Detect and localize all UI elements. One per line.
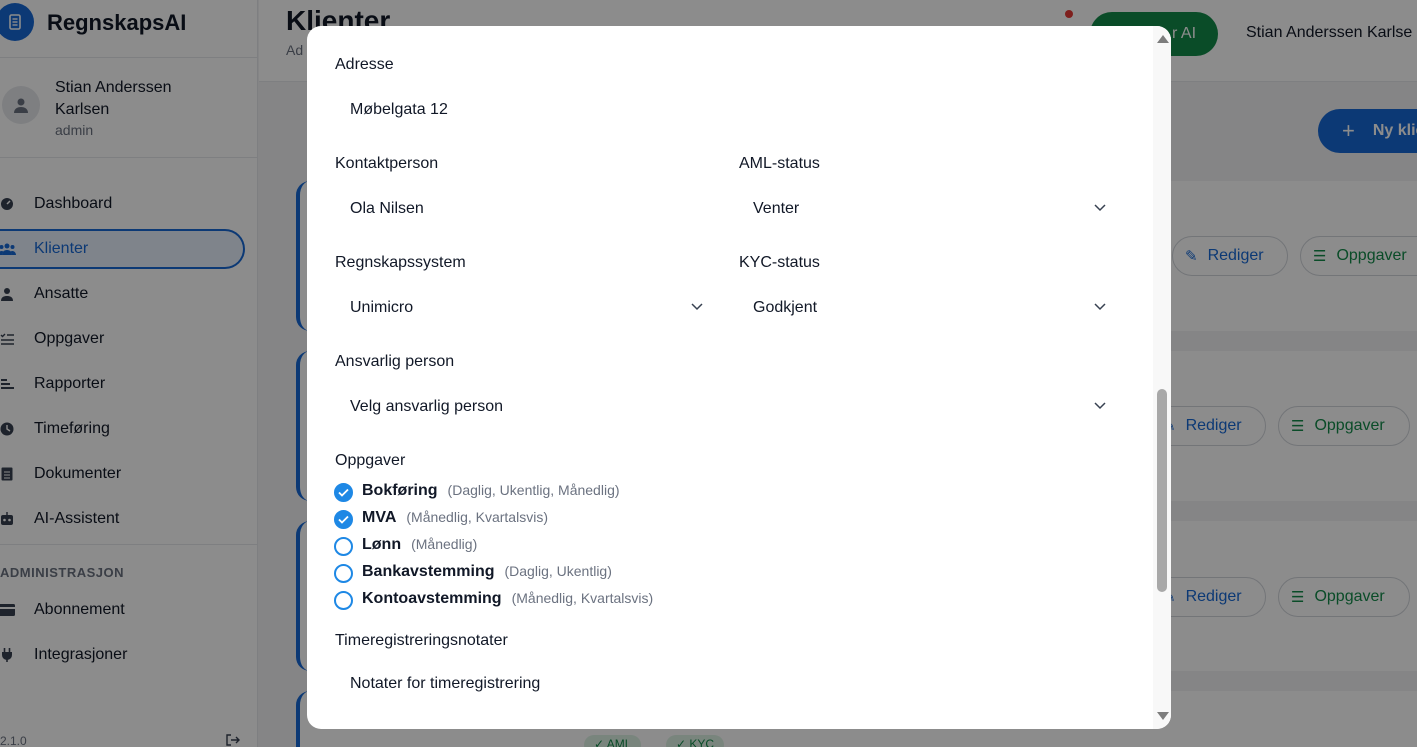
contact-label: Kontaktperson bbox=[335, 155, 439, 172]
scroll-thumb[interactable] bbox=[1157, 389, 1167, 592]
scroll-up-arrow-icon[interactable] bbox=[1157, 35, 1169, 43]
task-item: Kontoavstemming (Månedlig, Kvartalsvis) bbox=[362, 590, 653, 608]
address-label: Adresse bbox=[335, 56, 394, 73]
task-item: Bankavstemming (Daglig, Ukentlig) bbox=[362, 563, 612, 581]
edit-client-modal: Adresse Møbelgata 12 Kontaktperson Ola N… bbox=[307, 26, 1171, 729]
task-item: MVA (Månedlig, Kvartalsvis) bbox=[362, 509, 548, 527]
kyc-status-label: KYC-status bbox=[739, 254, 820, 271]
time-notes-textarea[interactable]: Notater for timeregistrering bbox=[350, 675, 540, 693]
chevron-down-icon[interactable] bbox=[1094, 204, 1106, 212]
responsible-person-label: Ansvarlig person bbox=[335, 353, 455, 370]
aml-status-label: AML-status bbox=[739, 155, 820, 172]
task-name: Bokføring bbox=[362, 482, 438, 499]
task-frequency: (Månedlig, Kvartalsvis) bbox=[511, 590, 654, 606]
checkbox-mva[interactable] bbox=[334, 510, 353, 529]
tasks-label: Oppgaver bbox=[335, 452, 406, 469]
task-name: Bankavstemming bbox=[362, 563, 495, 580]
chevron-down-icon[interactable] bbox=[1094, 303, 1106, 311]
address-field[interactable]: Møbelgata 12 bbox=[350, 101, 448, 119]
task-name: MVA bbox=[362, 509, 397, 526]
accounting-system-label: Regnskapssystem bbox=[335, 254, 466, 271]
chevron-down-icon[interactable] bbox=[1094, 402, 1106, 410]
contact-field[interactable]: Ola Nilsen bbox=[350, 200, 424, 218]
responsible-person-select[interactable]: Velg ansvarlig person bbox=[350, 398, 503, 416]
task-item: Lønn (Månedlig) bbox=[362, 536, 477, 554]
task-item: Bokføring (Daglig, Ukentlig, Månedlig) bbox=[362, 482, 620, 500]
task-frequency: (Daglig, Ukentlig, Månedlig) bbox=[447, 482, 620, 498]
checkbox-kontoavstemming[interactable] bbox=[334, 591, 353, 610]
modal-scrollbar[interactable] bbox=[1153, 26, 1171, 729]
scroll-down-arrow-icon[interactable] bbox=[1157, 712, 1169, 720]
checkbox-bankavstemming[interactable] bbox=[334, 564, 353, 583]
checkbox-lonn[interactable] bbox=[334, 537, 353, 556]
task-frequency: (Daglig, Ukentlig) bbox=[504, 563, 612, 579]
kyc-status-select[interactable]: Godkjent bbox=[753, 299, 817, 317]
checkbox-bokforing[interactable] bbox=[334, 483, 353, 502]
time-notes-label: Timeregistreringsnotater bbox=[335, 632, 508, 649]
aml-status-select[interactable]: Venter bbox=[753, 200, 799, 218]
accounting-system-select[interactable]: Unimicro bbox=[350, 299, 413, 317]
task-name: Kontoavstemming bbox=[362, 590, 502, 607]
task-name: Lønn bbox=[362, 536, 402, 553]
task-frequency: (Månedlig, Kvartalsvis) bbox=[406, 509, 548, 525]
task-frequency: (Månedlig) bbox=[411, 536, 478, 552]
chevron-down-icon[interactable] bbox=[691, 303, 703, 311]
